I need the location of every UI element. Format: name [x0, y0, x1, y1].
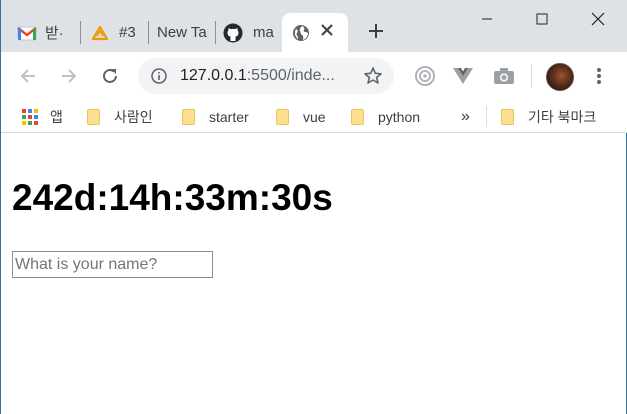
extension-target-icon[interactable]: [414, 65, 436, 87]
tab-label: #3: [119, 24, 136, 41]
close-icon: [591, 12, 605, 26]
arrow-left-icon: [20, 69, 35, 83]
bookmark-label: 앱: [50, 109, 63, 125]
tab-strip: 받· #3 New Ta ma: [1, 0, 627, 52]
minimize-icon: [482, 18, 492, 20]
tab-issue[interactable]: #3: [91, 13, 143, 52]
apps-grid-icon: [22, 109, 38, 125]
tab-active[interactable]: [282, 13, 348, 52]
bookmark-apps[interactable]: 앱: [22, 106, 63, 128]
address-bar[interactable]: 127.0.0.1:5500/inde...: [138, 58, 394, 94]
address-host: 127.0.0.1: [180, 67, 247, 84]
menu-kebab-icon[interactable]: [591, 66, 607, 86]
bookmark-label: 사람인: [114, 109, 153, 125]
tab-github[interactable]: ma: [223, 13, 275, 52]
back-button[interactable]: [16, 64, 40, 88]
forward-button[interactable]: [57, 64, 81, 88]
reload-button[interactable]: [98, 64, 122, 88]
maximize-button[interactable]: [514, 0, 570, 38]
tab-gmail[interactable]: 받·: [17, 13, 73, 52]
bookmarks-bar: 앱 사람인 starter vue python » 기타 북마크: [1, 100, 627, 133]
tab-divider: [80, 21, 81, 44]
toolbar-divider: [531, 64, 532, 88]
tab-divider: [148, 21, 149, 44]
bookmark-folder-starter[interactable]: starter: [182, 106, 249, 128]
bookmark-folder-other[interactable]: 기타 북마크: [501, 106, 596, 128]
address-path: :5500/inde...: [246, 67, 335, 84]
bookmark-folder-saramin[interactable]: 사람인: [87, 106, 153, 128]
github-icon: [223, 23, 243, 43]
plus-icon: [369, 24, 383, 38]
tab-label: New Ta: [157, 24, 207, 41]
bookmark-label: starter: [209, 109, 249, 125]
arrow-right-icon: [62, 69, 77, 83]
reload-icon: [103, 68, 117, 83]
browser-toolbar: 127.0.0.1:5500/inde...: [1, 52, 627, 100]
info-icon[interactable]: [151, 68, 167, 84]
tab-divider: [215, 21, 216, 44]
tab-label: 받·: [45, 25, 64, 42]
folder-icon: [501, 109, 514, 125]
name-input[interactable]: [12, 251, 213, 278]
new-tab-button[interactable]: [363, 18, 389, 44]
gmail-icon: [17, 25, 37, 41]
camera-icon[interactable]: [493, 67, 515, 85]
star-icon[interactable]: [363, 66, 383, 86]
globe-icon: [292, 24, 310, 42]
close-tab-icon[interactable]: [320, 22, 334, 42]
bookmark-folder-python[interactable]: python: [351, 106, 420, 128]
bookmarks-overflow-button[interactable]: »: [461, 106, 470, 128]
minimize-button[interactable]: [459, 0, 515, 38]
folder-icon: [182, 109, 195, 125]
maximize-icon: [536, 13, 548, 25]
chevron-double-right-icon: »: [461, 108, 470, 125]
tab-new-tab[interactable]: New Ta: [157, 13, 207, 52]
close-window-button[interactable]: [570, 0, 626, 38]
vue-devtools-icon[interactable]: [452, 67, 474, 85]
folder-icon: [351, 109, 364, 125]
folder-icon: [276, 109, 289, 125]
bookmarks-divider: [486, 106, 487, 127]
avatar[interactable]: [546, 63, 574, 91]
tab-label: ma: [253, 24, 274, 41]
page-content: 242d:14h:33m:30s: [1, 134, 626, 414]
folder-icon: [87, 109, 100, 125]
address-text: 127.0.0.1:5500/inde...: [180, 67, 350, 85]
bookmark-label: 기타 북마크: [528, 109, 597, 125]
countdown-clock: 242d:14h:33m:30s: [12, 177, 333, 218]
browser-window: 받· #3 New Ta ma 127.0.0.1:5500/inde... 앱…: [0, 0, 627, 414]
bookmark-folder-vue[interactable]: vue: [276, 106, 326, 128]
bookmark-label: vue: [303, 109, 326, 125]
warning-triangle-icon: [91, 25, 109, 41]
bookmark-label: python: [378, 109, 421, 125]
